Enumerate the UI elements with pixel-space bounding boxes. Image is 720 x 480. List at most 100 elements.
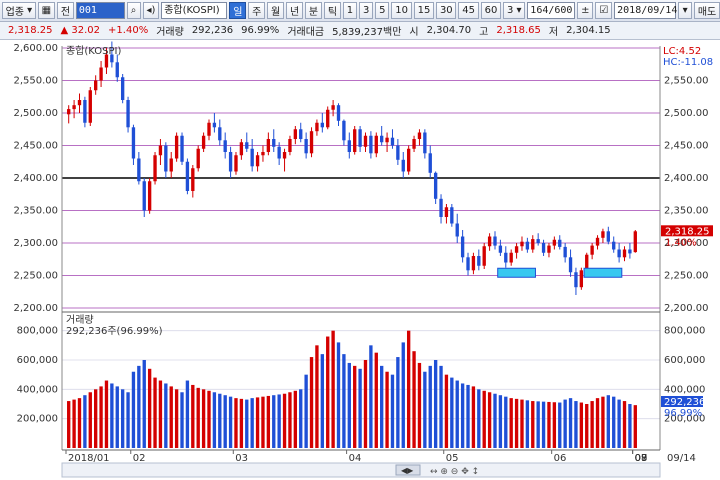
candle-body [207,122,211,136]
volume-bar [536,401,540,448]
current-percent-tag: 1.40% [665,237,697,248]
candle-body [406,148,411,172]
count-field[interactable]: 164/600 [527,2,576,19]
volume-bar [406,330,411,448]
candle-body [574,272,578,288]
step-select[interactable]: 3 ▾ [503,2,526,19]
volume-bar [250,398,254,448]
candle-body [277,146,281,159]
volume-bar [196,387,200,448]
volume-tick-left: 800,000 [17,326,58,337]
step-1[interactable]: 1 [342,2,358,19]
volume-bar [83,395,87,448]
candle-body [552,239,557,246]
candle-body [326,109,330,128]
volume-bar [131,371,136,448]
candle-body [466,257,470,271]
volume-bar [239,398,244,448]
support-highlight-box [583,267,623,278]
price-tick-right: 2,500.00 [664,108,709,119]
price-tick-right: 2,200.00 [664,303,709,314]
volume-bar [315,345,319,448]
volume-value-tag-text: 292,236 [664,397,705,408]
volume-bar [88,392,92,448]
period-year[interactable]: 년 [286,2,304,19]
date-field[interactable]: 2018/09/14 [614,2,677,19]
volume-bar [326,336,330,448]
plus-minus-icon[interactable]: ± [577,2,594,19]
volume-bar [493,393,497,448]
x-tick-label: 2018/01 [68,453,110,464]
speaker-icon[interactable]: ◂) [142,2,160,19]
volume-tick-right: 600,000 [664,355,705,366]
candle-body [299,129,303,139]
volume-legend-value: 292,236주(96.99%) [66,326,163,337]
volume-tick-left: 400,000 [17,384,58,395]
calendar-icon[interactable]: ▾ [678,2,693,19]
step-45[interactable]: 45 [458,2,479,19]
volume-bar [272,395,276,448]
period-week[interactable]: 주 [248,2,266,19]
full-label-button[interactable]: 전 [56,2,74,19]
period-minute[interactable]: 분 [305,2,322,19]
volume-bar [158,380,163,448]
volume-bar [358,368,362,448]
amount-value: 5,839,237백만 [332,27,402,38]
period-tick[interactable]: 틱 [323,2,341,19]
candle-body [83,100,87,123]
step-5[interactable]: 5 [375,2,390,19]
sell-button[interactable]: 매도 [694,2,720,19]
scroll-grip-icon: ◀▶ [401,466,414,475]
volume-bar [466,384,470,448]
candle-body [315,122,319,132]
step-10[interactable]: 10 [391,2,412,19]
amount-label: 거래대금 [287,27,325,38]
zoom-tools-icon[interactable]: ↔ ⊕ ⊖ ✥ ↕ [430,467,479,477]
price-tick-right: 2,550.00 [664,76,709,87]
candle-body [142,181,146,211]
candle-body [369,135,373,154]
volume-bar [531,401,535,448]
volume-bar [147,368,152,448]
volume-bar [266,395,271,448]
price-tick-right: 2,450.00 [664,141,709,152]
period-month[interactable]: 월 [267,2,285,19]
market-select[interactable]: 업종 ▾ [2,2,36,19]
step-60[interactable]: 60 [480,2,502,19]
candle-body [218,127,222,141]
period-day[interactable]: 일 [229,2,247,19]
volume-bar [293,390,298,448]
support-highlight-box [497,267,536,278]
candle-body [169,158,173,172]
x-axis-end-label: 09/14 [667,453,696,464]
volume-bar [374,352,378,448]
market-label: 업종 [5,7,24,18]
chart-area[interactable]: 2,600.00 2,550.00 2,550.00 2,500.00 2,500.00… [0,40,720,480]
candle-body [88,90,92,123]
step-30[interactable]: 30 [436,2,457,19]
step-3[interactable]: 3 [359,2,374,19]
volume-bar [277,394,281,448]
price-tick-left: 2,350.00 [13,206,58,217]
volume-bar [142,360,146,448]
candle-body [126,100,130,128]
candle-body [228,152,233,172]
price-tick-left: 2,200.00 [13,303,58,314]
volume-bar [471,386,476,448]
scroll-bar[interactable] [61,462,661,478]
step-15[interactable]: 15 [413,2,435,19]
volume-bar [137,365,141,448]
candle-body [304,139,308,154]
candle-body [131,127,136,159]
price-tick-left: 2,250.00 [13,271,58,282]
candle-body [455,223,459,237]
price-tick-right: 2,250.00 [664,271,709,282]
volume-bar [369,345,373,448]
x-tick-label: 04 [349,453,362,464]
code-input[interactable]: 001 [75,2,125,19]
grid-icon[interactable]: ▦ [37,2,55,19]
candle-body [525,241,530,250]
checkbox-icon[interactable]: ☑ [595,2,613,19]
low-label: 저 [548,27,559,38]
search-icon[interactable]: ⌕ [126,2,141,19]
